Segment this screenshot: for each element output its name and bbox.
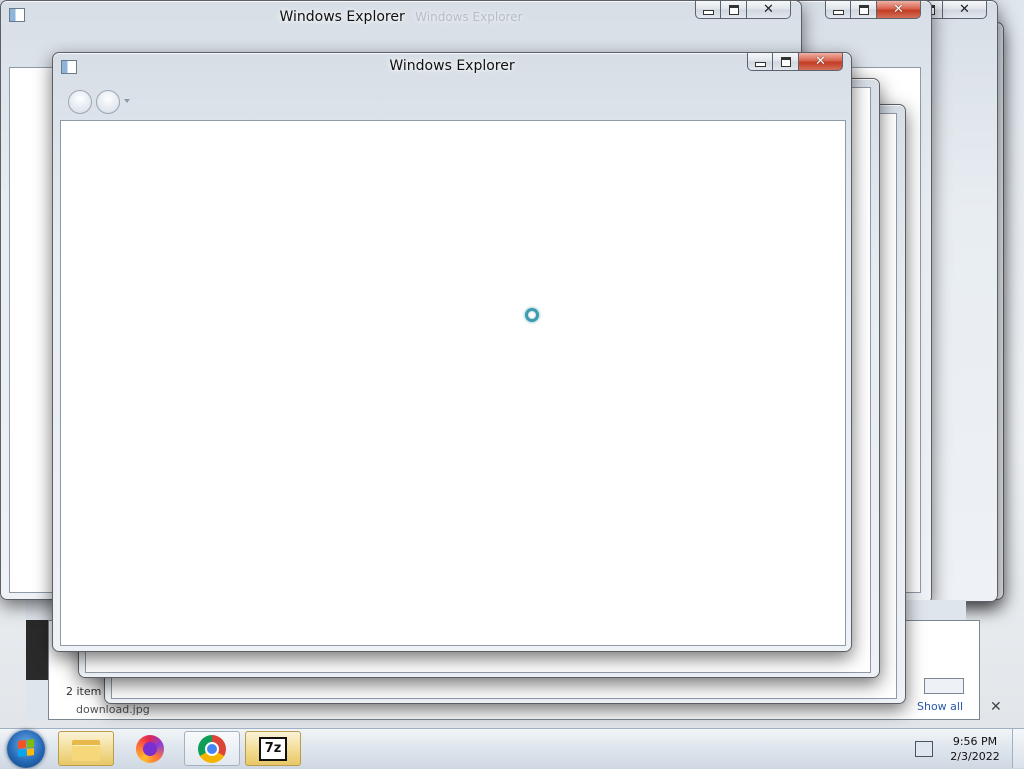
minimize-button[interactable] [695, 1, 721, 19]
clock-time: 9:56 PM [952, 735, 998, 748]
view-toggle-icons[interactable] [924, 678, 964, 694]
taskbar: 7z [0, 728, 1024, 769]
back-button[interactable] [68, 90, 92, 114]
status-bar-item-count: 2 item [66, 685, 102, 698]
maximize-button[interactable] [851, 1, 877, 19]
windows-logo-icon [18, 739, 34, 757]
minimize-button[interactable] [747, 53, 773, 71]
close-button[interactable]: ✕ [943, 1, 987, 19]
maximize-button[interactable] [773, 53, 799, 71]
dark-strip [26, 620, 48, 680]
taskbar-7zip[interactable]: 7z [245, 731, 301, 766]
window-title: Windows Explorer [389, 58, 515, 74]
close-button[interactable]: ✕ [799, 53, 843, 71]
show-desktop-button[interactable] [1012, 729, 1024, 768]
show-all-link[interactable]: Show all [917, 700, 963, 713]
7zip-icon: 7z [259, 736, 287, 761]
file-name: download.jpg [76, 703, 150, 716]
close-button[interactable]: ✕ [747, 1, 791, 19]
taskbar-chrome[interactable] [184, 731, 240, 766]
chrome-icon [198, 734, 226, 763]
network-icon[interactable] [915, 741, 933, 757]
maximize-button[interactable] [721, 1, 747, 19]
folder-icon [72, 738, 100, 761]
clock-date: 2/3/2022 [950, 750, 1000, 763]
minimize-button[interactable] [825, 1, 851, 19]
clock[interactable]: 9:56 PM 2/3/2022 [944, 734, 1006, 764]
forward-button[interactable] [96, 90, 120, 114]
explorer-window-front[interactable]: Windows Explorer ✕ [52, 52, 852, 652]
window-content [60, 120, 846, 646]
start-button[interactable] [7, 730, 45, 768]
firefox-icon [136, 734, 164, 763]
desktop: ✕ ✕ 2 item download.jpg Show all ✕ Windo… [0, 0, 1024, 728]
download-bar-close-icon[interactable]: ✕ [990, 699, 1002, 715]
close-button[interactable]: ✕ [877, 1, 921, 19]
taskbar-firefox[interactable] [122, 731, 178, 766]
loading-spinner-icon [525, 308, 539, 322]
recent-pages-dropdown[interactable] [124, 99, 130, 103]
taskbar-explorer[interactable] [58, 731, 114, 766]
window-title: Windows Explorer Windows Explorer [279, 9, 523, 25]
